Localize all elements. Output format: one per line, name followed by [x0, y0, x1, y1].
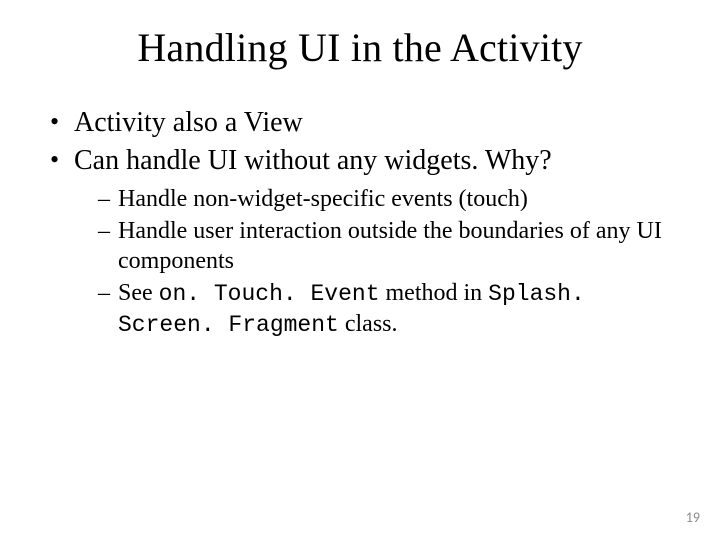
sub-bullet-text-part: method in [380, 280, 489, 306]
bullet-list: Activity also a View Can handle UI witho… [46, 106, 674, 340]
page-number: 19 [686, 509, 700, 526]
code-text: on. Touch. Event [159, 281, 380, 307]
bullet-text: Can handle UI without any widgets. Why? [74, 145, 552, 176]
bullet-item: Can handle UI without any widgets. Why? … [46, 144, 674, 340]
bullet-item: Activity also a View [46, 106, 674, 140]
bullet-text: Activity also a View [74, 107, 303, 138]
sub-bullet-text: Handle user interaction outside the boun… [118, 218, 662, 274]
slide: Handling UI in the Activity Activity als… [0, 0, 720, 540]
sub-bullet-item: Handle user interaction outside the boun… [98, 216, 674, 276]
sub-bullet-item: Handle non-widget-specific events (touch… [98, 184, 674, 214]
sub-bullet-text-part: See [118, 280, 159, 306]
sub-bullet-text-part: class. [339, 311, 398, 337]
sub-bullet-item: See on. Touch. Event method in Splash. S… [98, 278, 674, 340]
slide-title: Handling UI in the Activity [0, 24, 720, 71]
sub-bullet-text: Handle non-widget-specific events (touch… [118, 186, 528, 212]
slide-body: Activity also a View Can handle UI witho… [46, 106, 674, 344]
sub-bullet-list: Handle non-widget-specific events (touch… [74, 184, 674, 340]
